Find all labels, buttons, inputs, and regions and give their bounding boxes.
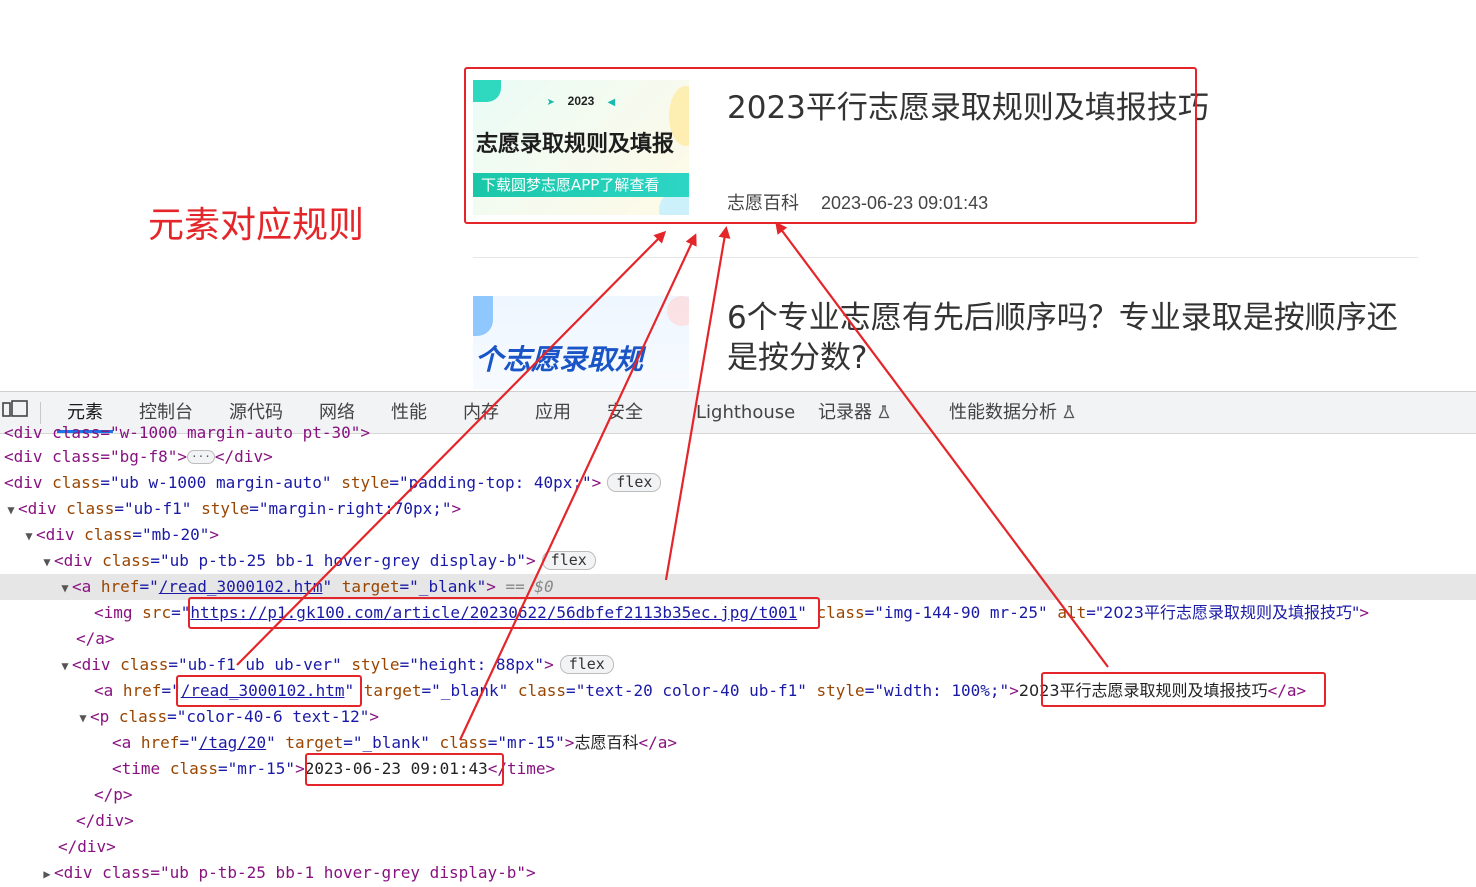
arrow-line <box>775 221 1109 668</box>
arrow-line <box>459 233 697 741</box>
annotation-arrows <box>236 221 1109 741</box>
arrow-line <box>236 230 667 666</box>
arrow-line <box>664 226 731 581</box>
